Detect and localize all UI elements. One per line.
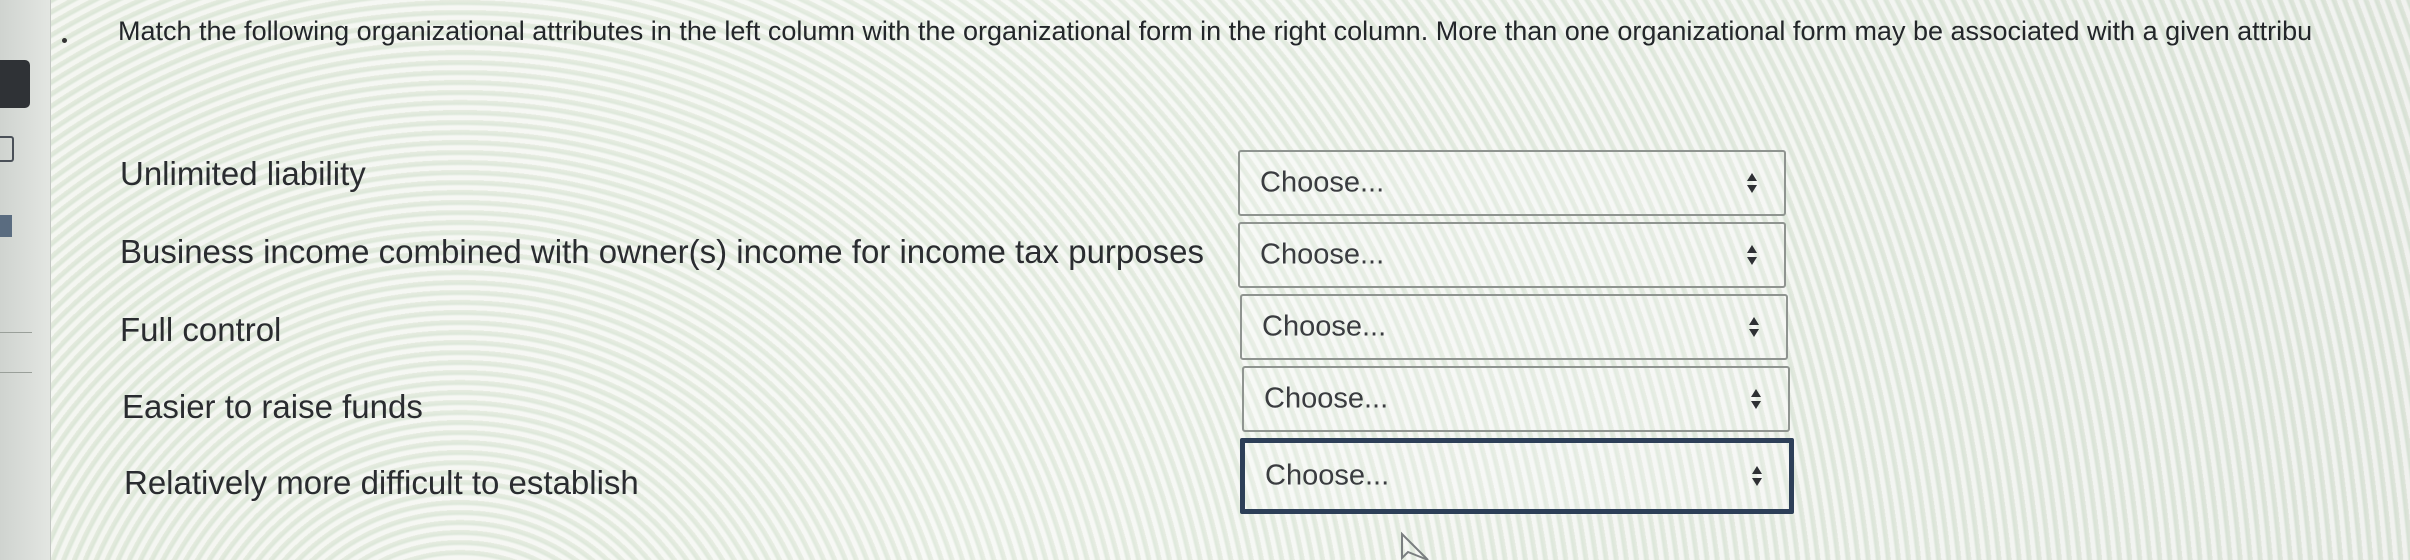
organizational-form-select-3[interactable]: Choose... xyxy=(1240,294,1788,360)
sidebar-tab[interactable] xyxy=(0,60,30,108)
select-value: Choose... xyxy=(1262,310,1387,343)
organizational-form-select-5[interactable]: Choose... xyxy=(1240,438,1794,514)
up-down-arrows-icon xyxy=(1752,466,1762,486)
bullet-icon xyxy=(62,38,67,43)
left-sidebar-strip xyxy=(0,0,51,560)
sidebar-divider xyxy=(0,372,32,373)
sidebar-doc-icon[interactable] xyxy=(0,136,14,162)
select-value: Choose... xyxy=(1264,382,1389,415)
up-down-arrows-icon xyxy=(1751,389,1761,409)
attribute-label-full-control: Full control xyxy=(120,311,282,348)
up-down-arrows-icon xyxy=(1747,173,1757,193)
up-down-arrows-icon xyxy=(1749,317,1759,337)
select-value: Choose... xyxy=(1260,238,1385,271)
up-down-arrows-icon xyxy=(1747,245,1757,265)
mouse-pointer-icon xyxy=(1401,532,1429,560)
select-value: Choose... xyxy=(1265,459,1390,492)
organizational-form-select-2[interactable]: Choose... xyxy=(1238,222,1786,288)
attribute-label-unlimited-liability: Unlimited liability xyxy=(120,155,366,192)
attribute-label-raise-funds: Easier to raise funds xyxy=(122,388,423,425)
attribute-label-business-income: Business income combined with owner(s) i… xyxy=(120,233,1204,270)
sidebar-divider xyxy=(0,332,32,333)
select-value: Choose... xyxy=(1260,166,1385,199)
sidebar-flag-icon[interactable] xyxy=(0,215,12,237)
attribute-label-difficult-to-establish: Relatively more difficult to establish xyxy=(124,464,639,501)
organizational-form-select-4[interactable]: Choose... xyxy=(1242,366,1790,432)
question-instructions: Match the following organizational attri… xyxy=(118,16,2313,46)
organizational-form-select-1[interactable]: Choose... xyxy=(1238,150,1786,216)
